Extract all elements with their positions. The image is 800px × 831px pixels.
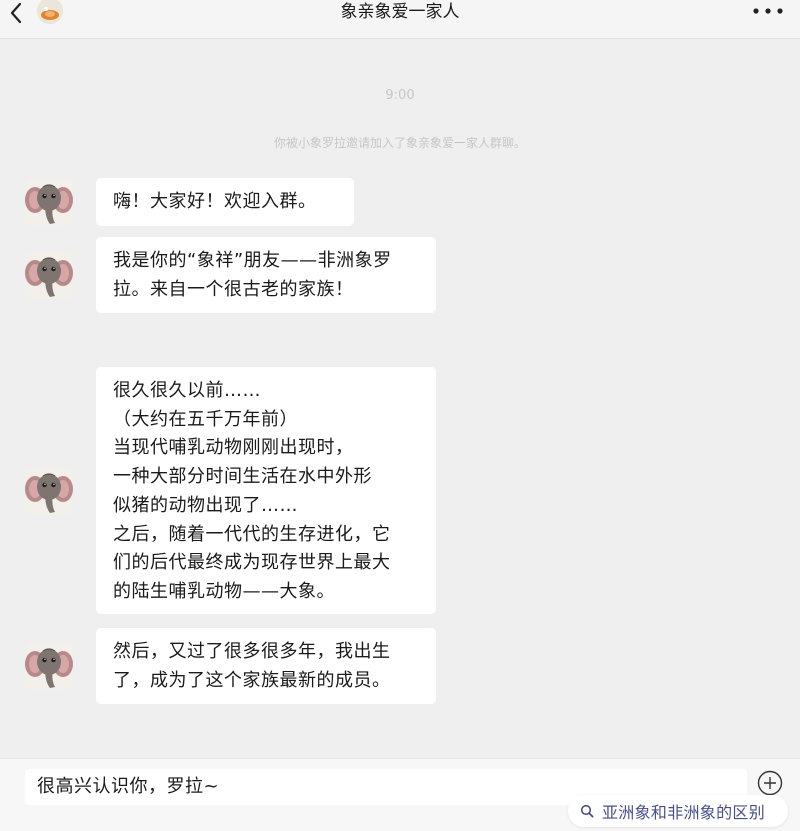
suggestion-label: 亚洲象和非洲象的区别 xyxy=(602,803,766,822)
elephant-avatar[interactable] xyxy=(25,178,73,226)
message-time: 9:00 xyxy=(385,88,415,103)
elephant-avatar[interactable] xyxy=(25,251,73,299)
suggestion-chip[interactable]: 亚洲象和非洲象的区别 xyxy=(568,795,788,827)
search-icon xyxy=(580,804,594,818)
message-bubble: 我是你的“象祥”朋友——非洲象罗 拉。来自一个很古老的家族！ xyxy=(96,237,436,313)
system-notice: 你被小象罗拉邀请加入了象亲象爱一家人群聊。 xyxy=(273,136,526,150)
message-bubble: 很久很久以前…… （大约在五千万年前） 当现代哺乳动物刚刚出现时， 一种大部分时… xyxy=(96,367,436,614)
message-bubble: 嗨！大家好！欢迎入群。 xyxy=(96,178,354,226)
elephant-avatar[interactable] xyxy=(25,467,73,515)
plus-circle-icon xyxy=(757,770,783,796)
more-dots-icon xyxy=(753,8,783,14)
elephant-avatar[interactable] xyxy=(25,642,73,690)
add-button[interactable] xyxy=(757,770,783,796)
message-bubble: 然后，又过了很多很多年，我出生 了，成为了这个家族最新的成员。 xyxy=(96,628,436,704)
more-button[interactable] xyxy=(748,2,788,20)
top-bar: 象亲象爱一家人 xyxy=(0,0,800,39)
chat-title: 象亲象爱一家人 xyxy=(340,2,460,22)
